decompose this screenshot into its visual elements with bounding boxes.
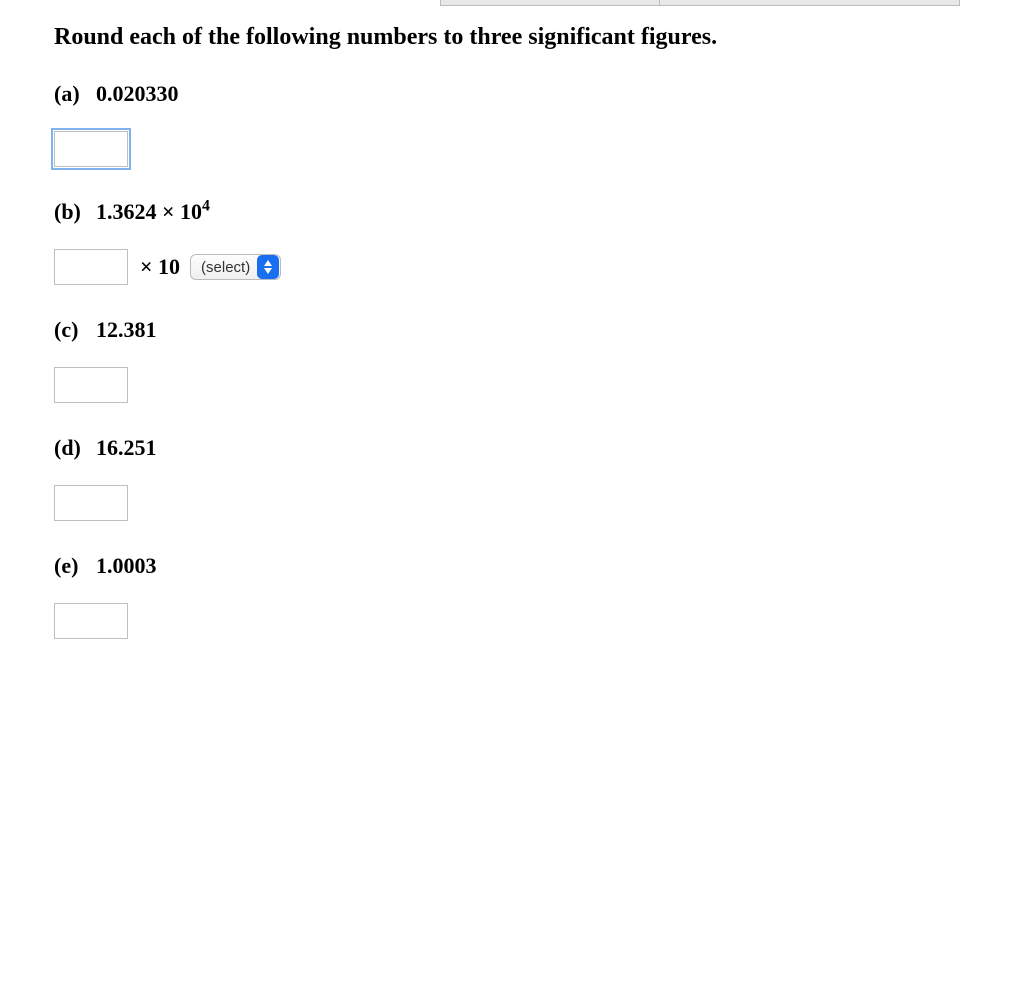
question-content: Round each of the following numbers to t… [0,0,1024,639]
part-e: (e)1.0003 [54,553,1024,639]
part-a-label: (a)0.020330 [54,81,1024,107]
part-b-marker: (b) [54,199,96,225]
part-b-exponent-select[interactable]: (select) [190,254,281,280]
part-a-value: 0.020330 [96,81,179,106]
part-b: (b)1.3624 × 104 × 10 (select) [54,199,1024,285]
part-e-marker: (e) [54,553,96,579]
part-d-label: (d)16.251 [54,435,1024,461]
part-e-answer-input[interactable] [54,603,128,639]
part-d-answer-input[interactable] [54,485,128,521]
part-d-answer-row [54,485,1024,521]
part-c-label: (c)12.381 [54,317,1024,343]
part-b-answer-row: × 10 (select) [54,249,1024,285]
part-c-marker: (c) [54,317,96,343]
stepper-arrows-icon [257,255,279,279]
part-c-answer-input[interactable] [54,367,128,403]
part-c: (c)12.381 [54,317,1024,403]
part-c-value: 12.381 [96,317,157,342]
part-b-value-exp: 4 [202,198,210,215]
part-e-answer-row [54,603,1024,639]
part-a-marker: (a) [54,81,96,107]
part-d: (d)16.251 [54,435,1024,521]
part-e-value: 1.0003 [96,553,157,578]
part-b-answer-input[interactable] [54,249,128,285]
part-a: (a)0.020330 [54,81,1024,167]
part-c-answer-row [54,367,1024,403]
part-a-answer-input[interactable] [54,131,128,167]
part-a-answer-row [54,131,1024,167]
part-b-times10-label: × 10 [140,254,180,280]
instruction-text: Round each of the following numbers to t… [54,24,1024,51]
part-d-marker: (d) [54,435,96,461]
part-e-label: (e)1.0003 [54,553,1024,579]
part-b-exponent-select-text: (select) [201,259,256,276]
part-b-value-prefix: 1.3624 × 10 [96,199,202,224]
part-b-label: (b)1.3624 × 104 [54,199,1024,225]
part-d-value: 16.251 [96,435,157,460]
